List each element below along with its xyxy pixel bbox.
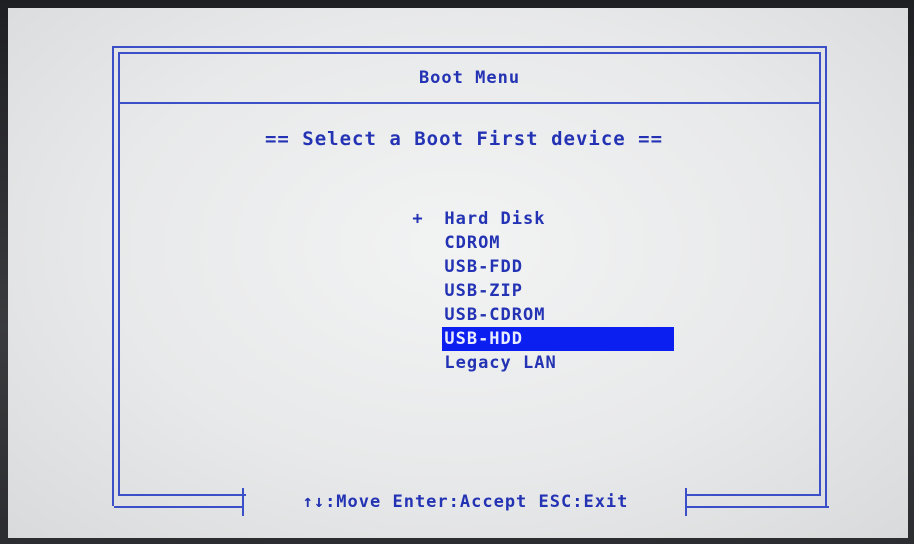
boot-device-legacy-lan[interactable]: Legacy LAN [300,327,674,373]
boot-device-usb-zip[interactable]: USB-ZIP [300,255,674,301]
boot-device-list: + Hard Disk CDROM USB-FDD USB-ZIP USB-CDR… [300,183,675,373]
boot-device-hard-disk[interactable]: + Hard Disk [300,183,674,229]
frame-bottom-left [118,494,246,496]
photo-frame: Boot Menu == Select a Boot First device … [0,0,914,544]
boot-device-usb-hdd[interactable]: USB-HDD [300,303,675,351]
bios-screen: Boot Menu == Select a Boot First device … [8,8,908,538]
help-divider-left [242,488,244,516]
boot-menu-window: Boot Menu == Select a Boot First device … [112,46,829,516]
menu-heading: == Select a Boot First device == [264,128,664,150]
boot-device-usb-cdrom[interactable]: USB-CDROM [300,279,674,325]
boot-device-label: Legacy LAN [444,353,557,373]
outer-bottom-left [114,506,242,508]
outer-bottom-right [685,506,829,508]
title-bar: Boot Menu [118,52,821,104]
boot-device-usb-fdd[interactable]: USB-FDD [300,231,674,277]
help-divider-right [685,488,687,516]
window-title: Boot Menu [418,68,521,88]
frame-bottom-right [685,494,821,496]
key-help-bar: ↑↓:Move Enter:Accept ESC:Exit [302,492,629,512]
boot-device-cdrom[interactable]: CDROM [300,207,674,253]
